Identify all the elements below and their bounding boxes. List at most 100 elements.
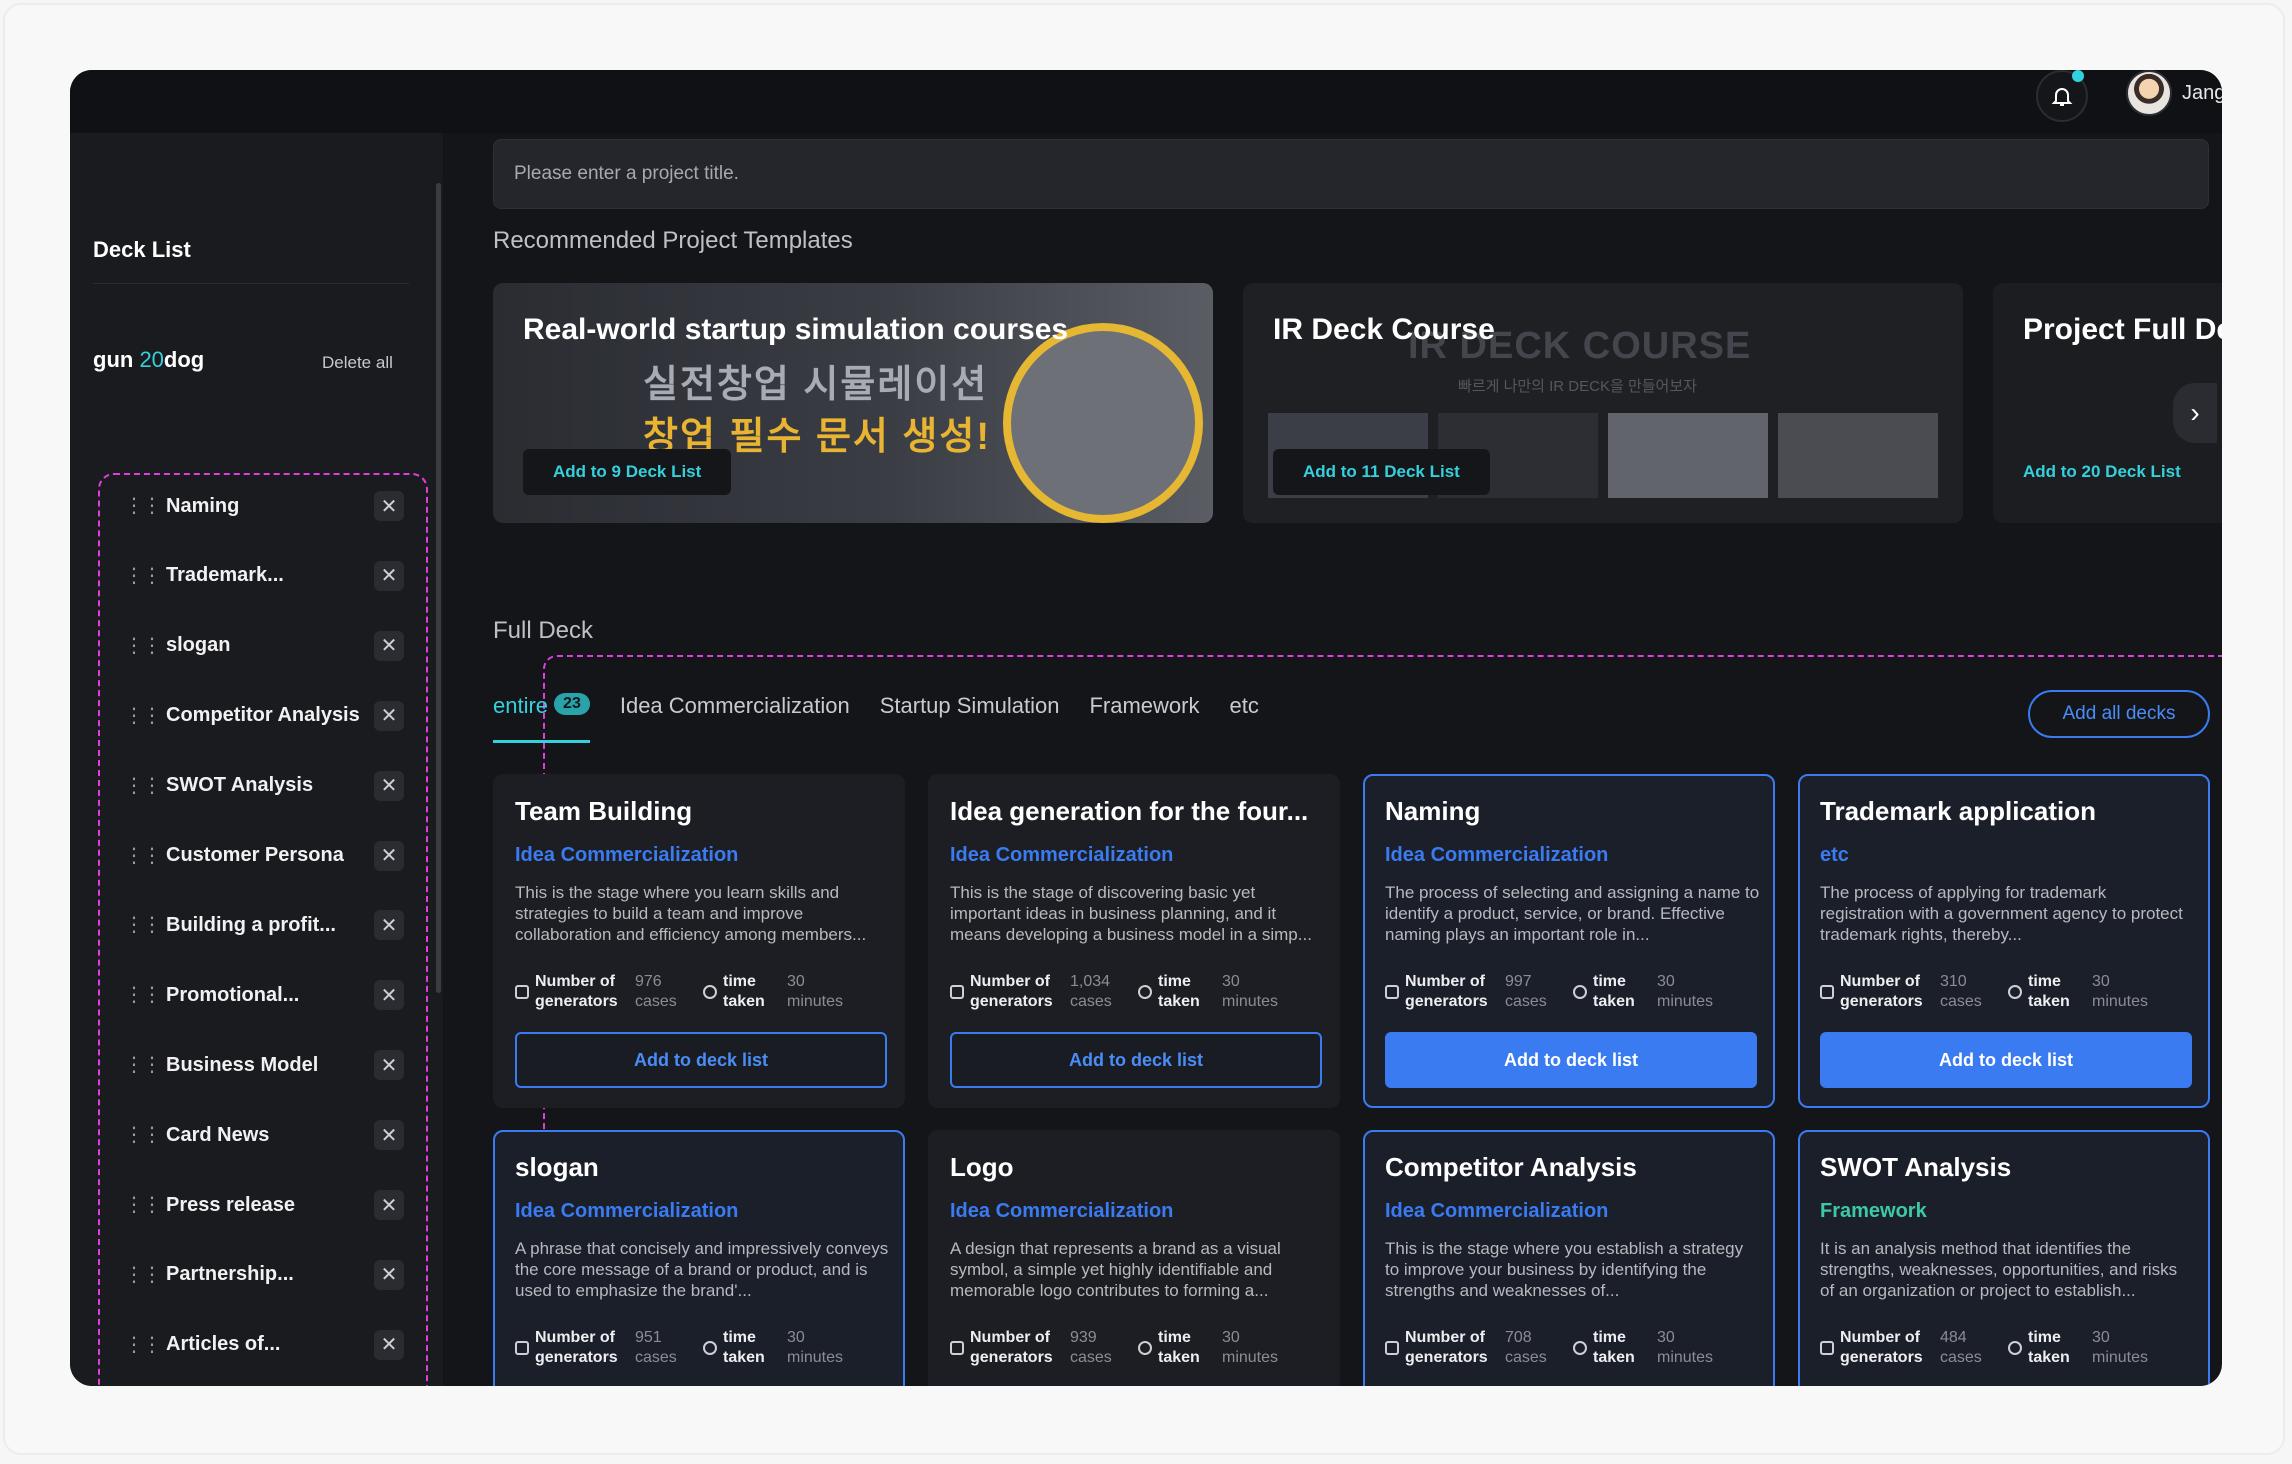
drag-handle-icon[interactable]: ⋮⋮ [124,915,162,935]
template-add-button[interactable]: Add to 20 Deck List [2023,449,2211,495]
delete-all-button[interactable]: Delete all [322,353,393,373]
document-icon [1385,985,1399,999]
time-value: 30 minutes [1222,1329,1279,1366]
drag-handle-icon[interactable]: ⋮⋮ [124,636,162,656]
remove-deck-button[interactable]: ✕ [374,1190,404,1220]
project-title-input[interactable] [493,139,2209,209]
deck-list-item[interactable]: ⋮⋮ SWOT Analysis ✕ [110,760,416,812]
add-to-deck-button[interactable]: Add to deck list [1820,1032,2192,1088]
remove-deck-button[interactable]: ✕ [374,1050,404,1081]
deck-card[interactable]: slogan Idea Commercialization A phrase tha… [493,1130,905,1386]
tab-startup-simulation[interactable]: Startup Simulation [880,693,1060,743]
avatar[interactable] [2126,70,2172,116]
category-tabs: entire 23 Idea Commercialization Startup … [493,693,1259,743]
remove-deck-button[interactable]: ✕ [374,980,404,1011]
template-title: Real-world startup simulation courses [523,313,1069,346]
remove-deck-button[interactable]: ✕ [374,910,404,941]
generators-count: 951 cases [635,1329,677,1366]
deck-item-label: Promotional... [166,983,300,1006]
remove-deck-button[interactable]: ✕ [374,560,404,591]
top-bar: Jang [70,70,2222,133]
deck-list-item[interactable]: ⋮⋮ Trademark... ✕ [110,550,416,602]
deck-list-item[interactable]: ⋮⋮ Partnership... ✕ [110,1249,416,1301]
deck-card[interactable]: SWOT Analysis Framework It is an analysis … [1798,1130,2210,1386]
card-stats: Number of generators 997 cases time taken 30 mi… [1385,972,1765,1012]
deck-list-item[interactable]: ⋮⋮ Card News ✕ [110,1109,416,1161]
deck-item-label: slogan [166,634,231,657]
deck-card[interactable]: Team Building Idea Commercialization This … [493,774,905,1108]
drag-handle-icon[interactable]: ⋮⋮ [124,985,162,1005]
notification-button[interactable] [2036,70,2088,122]
drag-handle-icon[interactable]: ⋮⋮ [124,1195,162,1215]
time-value: 30 minutes [1222,973,1279,1010]
remove-deck-button[interactable]: ✕ [374,1120,404,1151]
deck-card[interactable]: Naming Idea Commercialization The process … [1363,774,1775,1108]
drag-handle-icon[interactable]: ⋮⋮ [124,566,162,586]
app-window: Jang Deck List gun 20dog Delete all ⋮⋮ Na… [70,70,2222,1386]
template-title: IR Deck Course [1273,313,1495,346]
deck-list-item[interactable]: ⋮⋮ Business Model ✕ [110,1039,416,1091]
time-label: time taken [1158,973,1200,1010]
deck-list-item[interactable]: ⋮⋮ Articles of... ✕ [110,1319,416,1371]
drag-handle-icon[interactable]: ⋮⋮ [124,846,162,866]
time-value: 30 minutes [787,973,844,1010]
add-to-deck-button[interactable]: Add to deck list [950,1032,1322,1088]
drag-handle-icon[interactable]: ⋮⋮ [124,1265,162,1285]
add-to-deck-button[interactable]: Add to deck list [1385,1032,1757,1088]
remove-deck-button[interactable]: ✕ [374,630,404,661]
deck-list-item[interactable]: ⋮⋮ Press release ✕ [110,1179,416,1231]
drag-handle-icon[interactable]: ⋮⋮ [124,1335,162,1355]
deck-list-item[interactable]: ⋮⋮ Naming ✕ [110,480,416,532]
drag-handle-icon[interactable]: ⋮⋮ [124,1055,162,1075]
templates-next-button[interactable]: › [2173,383,2217,443]
close-icon: ✕ [380,705,398,728]
bell-icon [2051,88,2073,106]
card-category: Idea Commercialization [515,844,739,866]
deck-item-label: SWOT Analysis [166,774,314,797]
tab-entire[interactable]: entire 23 [493,693,590,743]
generators-label: Number of generators [970,973,1053,1010]
time-label: time taken [2028,1329,2070,1366]
deck-list-item[interactable]: ⋮⋮ slogan ✕ [110,620,416,672]
deck-list-item[interactable]: ⋮⋮ Customer Persona ✕ [110,830,416,882]
deck-list-item[interactable]: ⋮⋮ Competitor Analysis ✕ [110,690,416,742]
template-add-button[interactable]: Add to 9 Deck List [523,449,732,495]
remove-deck-button[interactable]: ✕ [374,840,404,871]
generators-label: Number of generators [1840,973,1923,1010]
deck-list-item[interactable]: ⋮⋮ Promotional... ✕ [110,969,416,1021]
document-icon [515,1341,529,1355]
deck-item-label: Articles of... [166,1333,281,1356]
notification-dot [2072,70,2084,82]
document-icon [950,1341,964,1355]
tab-framework[interactable]: Framework [1089,693,1199,743]
deck-owner: gun 20dog [93,347,204,373]
generators-count: 997 cases [1505,973,1547,1010]
drag-handle-icon[interactable]: ⋮⋮ [124,1125,162,1145]
tab-idea-commercialization[interactable]: Idea Commercialization [620,693,850,743]
deck-card[interactable]: Competitor Analysis Idea Commercializatio… [1363,1130,1775,1386]
deck-list-item[interactable]: ⋮⋮ Building a profit... ✕ [110,899,416,951]
close-icon: ✕ [380,1264,398,1287]
tab-etc[interactable]: etc [1230,693,1259,743]
deck-card[interactable]: Idea generation for the four... Idea Comm… [928,774,1340,1108]
remove-deck-button[interactable]: ✕ [374,1329,404,1360]
username[interactable]: Jang [2182,82,2222,105]
clock-icon [703,1341,717,1355]
add-to-deck-button[interactable]: Add to deck list [515,1032,887,1088]
drag-handle-icon[interactable]: ⋮⋮ [124,706,162,726]
template-card-startup-simulation[interactable]: 실전창업 시뮬레이션 창업 필수 문서 생성! Real-world start… [493,283,1213,523]
drag-handle-icon[interactable]: ⋮⋮ [124,776,162,796]
add-all-decks-button[interactable]: Add all decks [2028,690,2210,738]
close-icon: ✕ [380,1194,398,1217]
remove-deck-button[interactable]: ✕ [374,491,404,521]
drag-handle-icon[interactable]: ⋮⋮ [124,496,162,516]
sidebar-scrollbar[interactable] [436,183,441,993]
remove-deck-button[interactable]: ✕ [374,700,404,731]
template-add-button[interactable]: Add to 11 Deck List [1273,449,1490,495]
deck-card[interactable]: Trademark application etc The process of a… [1798,774,2210,1108]
deck-item-label: Naming [166,494,240,517]
remove-deck-button[interactable]: ✕ [374,770,404,801]
remove-deck-button[interactable]: ✕ [374,1259,404,1290]
template-card-ir-deck[interactable]: IR DECK COURSE 빠르게 나만의 IR DECK을 만들어보자 IR… [1243,283,1963,523]
deck-card[interactable]: Logo Idea Commercialization A design that … [928,1130,1340,1386]
